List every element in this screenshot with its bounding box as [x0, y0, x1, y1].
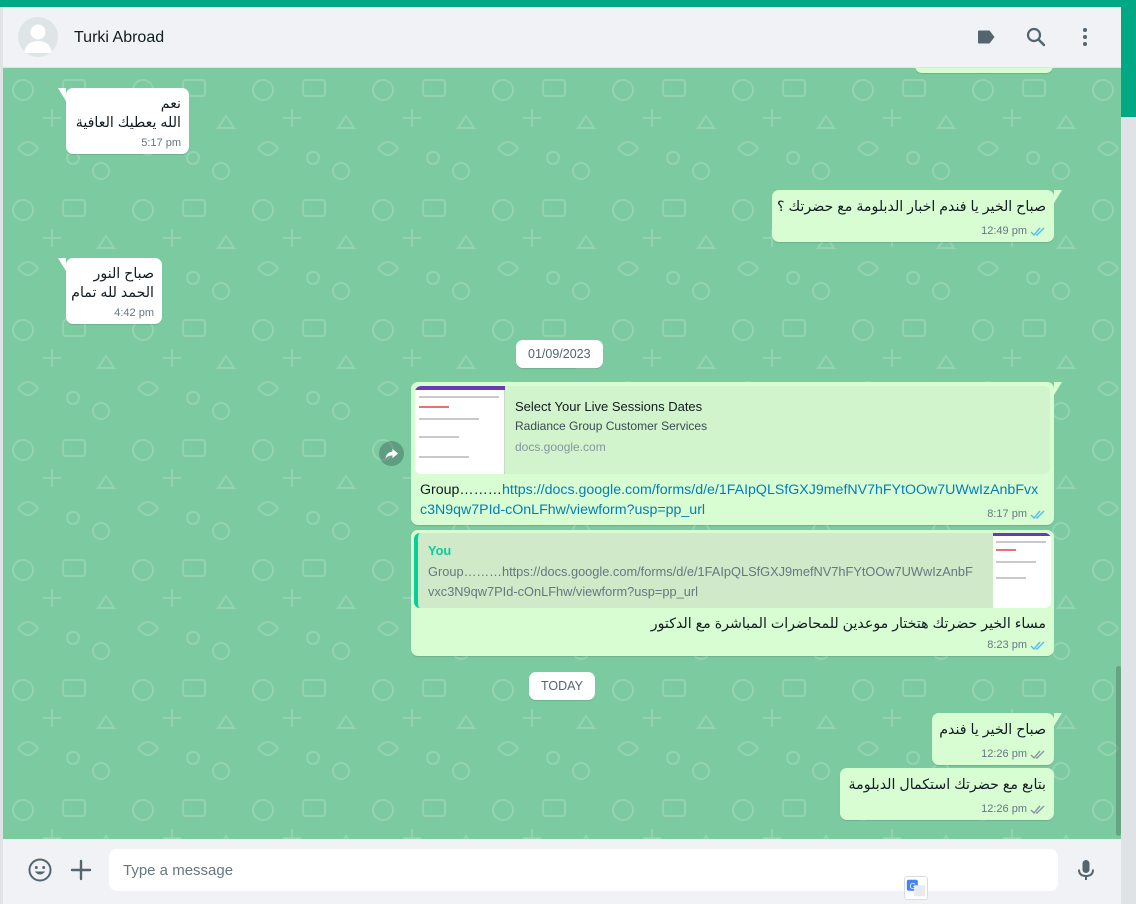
message-bubble-outgoing[interactable]: صباح الخير يا فندم اخبار الدبلومة مع حضر…	[772, 190, 1062, 242]
link-preview-description: Radiance Group Customer Services	[515, 419, 708, 433]
message-bubble-outgoing[interactable]: صباح الخير يا فندم 12:26 pm	[932, 713, 1062, 765]
message-text: Group………https://docs.google.com/forms/d/…	[420, 482, 1039, 518]
message-bubble-partial[interactable]	[915, 68, 1053, 73]
microphone-icon[interactable]	[1073, 857, 1099, 883]
forward-icon[interactable]	[379, 441, 404, 466]
default-avatar-icon[interactable]	[18, 17, 58, 57]
top-accent-band	[0, 0, 1136, 7]
read-ticks-icon	[1030, 226, 1046, 237]
svg-text:G: G	[910, 882, 916, 891]
message-time: 5:17 pm	[141, 137, 181, 149]
compose-bar	[3, 839, 1121, 904]
menu-icon[interactable]	[1073, 25, 1097, 49]
message-bubble-reply[interactable]: You Group………https://docs.google.com/form…	[411, 530, 1054, 656]
message-bubble-outgoing[interactable]: بتابع مع حضرتك استكمال الدبلومة 12:26 pm	[840, 768, 1054, 820]
delivered-ticks-icon	[1030, 804, 1046, 815]
date-separator: 01/09/2023	[516, 340, 603, 368]
message-text: الحمد لله تمام	[71, 285, 154, 301]
message-bubble-incoming[interactable]: صباح النور الحمد لله تمام 4:42 pm	[58, 258, 162, 324]
message-link[interactable]: https://docs.google.com/forms/d/e/1FAIpQ…	[420, 482, 1038, 518]
message-time: 12:26 pm	[981, 748, 1027, 760]
message-text: الله يعطيك العافية	[75, 115, 181, 131]
translate-extension-icon[interactable]: G	[904, 876, 928, 900]
attach-plus-icon[interactable]	[68, 857, 94, 883]
message-text: صباح الخير يا فندم	[939, 722, 1046, 738]
message-text: مساء الخير حضرتك هتختار موعدين للمحاضرات…	[650, 616, 1046, 632]
quoted-thumbnail	[993, 533, 1051, 608]
message-time: 12:26 pm	[981, 803, 1027, 815]
quoted-message[interactable]: You Group………https://docs.google.com/form…	[414, 533, 1051, 608]
message-bubble-link[interactable]: Select Your Live Sessions Dates Radiance…	[411, 382, 1062, 525]
chat-messages-area[interactable]: نعم الله يعطيك العافية 5:17 pm صباح الخي…	[3, 68, 1121, 839]
message-text: صباح الخير يا فندم اخبار الدبلومة مع حضر…	[777, 199, 1046, 215]
quoted-author: You	[428, 543, 452, 558]
read-ticks-icon	[1030, 509, 1046, 520]
link-preview-title: Select Your Live Sessions Dates	[515, 399, 703, 414]
contact-name[interactable]: Turki Abroad	[74, 29, 164, 47]
whatsapp-window: Turki Abroad نعم الله يعطيك العافية 5:17…	[3, 7, 1121, 904]
side-accent-band	[1121, 7, 1136, 117]
message-bubble-incoming[interactable]: نعم الله يعطيك العافية 5:17 pm	[58, 88, 189, 154]
chat-header[interactable]: Turki Abroad	[3, 7, 1121, 68]
label-icon[interactable]	[974, 25, 998, 49]
link-preview-domain: docs.google.com	[515, 440, 606, 454]
search-icon[interactable]	[1024, 25, 1048, 49]
message-text: بتابع مع حضرتك استكمال الدبلومة	[848, 777, 1046, 793]
read-ticks-icon	[1030, 640, 1046, 651]
quoted-text: Group………https://docs.google.com/forms/d/…	[428, 564, 973, 599]
delivered-ticks-icon	[1030, 749, 1046, 760]
date-separator: TODAY	[529, 672, 595, 700]
message-time: 8:17 pm	[987, 508, 1027, 520]
link-preview-thumbnail	[415, 386, 505, 474]
link-preview-card[interactable]: Select Your Live Sessions Dates Radiance…	[415, 386, 1050, 474]
emoji-icon[interactable]	[27, 857, 53, 883]
message-time: 8:23 pm	[987, 639, 1027, 651]
message-time: 4:42 pm	[114, 307, 154, 319]
message-text: صباح النور	[93, 266, 154, 282]
message-time: 12:49 pm	[981, 225, 1027, 237]
chat-scrollbar[interactable]	[1116, 666, 1121, 836]
message-text: نعم	[160, 96, 181, 112]
